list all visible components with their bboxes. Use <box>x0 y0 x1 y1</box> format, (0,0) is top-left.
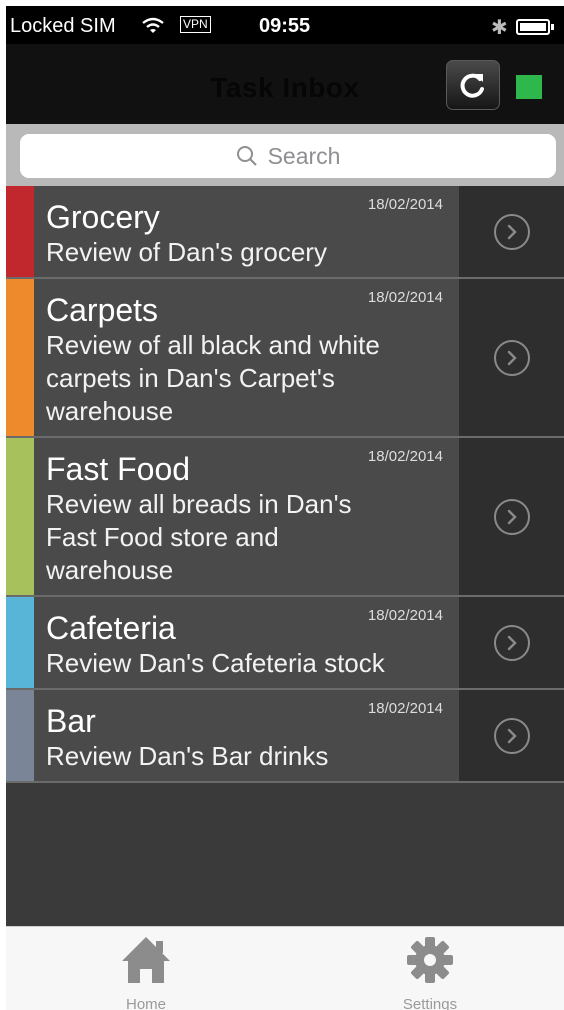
refresh-button[interactable] <box>446 60 500 110</box>
task-content: Bar 18/02/2014 Review Dan's Bar drinks <box>34 690 459 781</box>
chevron-right-icon <box>493 339 530 376</box>
task-color-bar <box>6 186 34 277</box>
task-description: Review of Dan's grocery <box>46 237 327 267</box>
chevron-right-icon <box>493 717 530 754</box>
tab-bar: Home Settings <box>6 926 564 1010</box>
carrier-label: Locked SIM <box>10 15 116 37</box>
tab-home[interactable]: Home <box>86 935 206 1010</box>
task-date: 18/02/2014 <box>367 448 443 465</box>
task-description: carpets in Dan's Carpet's <box>46 363 335 393</box>
task-open-button[interactable] <box>459 690 564 781</box>
search-placeholder: Search <box>267 142 341 169</box>
task-row[interactable]: Carpets 18/02/2014 Review of all black and… <box>6 279 564 438</box>
task-row[interactable]: Bar 18/02/2014 Review Dan's Bar drinks <box>6 690 564 783</box>
search-bar: Search <box>6 124 564 186</box>
task-description: Fast Food store and <box>46 522 279 552</box>
task-color-bar <box>6 597 34 688</box>
chevron-right-icon <box>493 624 530 661</box>
task-description: Review Dan's Bar drinks <box>46 741 329 771</box>
task-description: Review of all black and white <box>46 330 380 360</box>
status-time: 09:55 <box>259 15 311 37</box>
task-row[interactable]: Grocery 18/02/2014 Review of Dan's grocery <box>6 186 564 279</box>
chevron-right-icon <box>493 498 530 535</box>
task-open-button[interactable] <box>459 279 564 436</box>
task-date: 18/02/2014 <box>367 196 443 213</box>
task-date: 18/02/2014 <box>367 700 443 717</box>
task-color-bar <box>6 438 34 595</box>
task-content: Grocery 18/02/2014 Review of Dan's grocery <box>34 186 459 277</box>
task-open-button[interactable] <box>459 186 564 277</box>
task-description: warehouse <box>46 555 174 585</box>
bluetooth-icon: ✱ <box>491 17 508 39</box>
home-icon <box>122 937 170 983</box>
task-content: Fast Food 18/02/2014 Review all breads in … <box>34 438 459 595</box>
search-icon <box>236 146 257 166</box>
task-date: 18/02/2014 <box>367 607 443 624</box>
refresh-icon <box>460 73 484 98</box>
task-content: Cafeteria 18/02/2014 Review Dan's Cafeteri… <box>34 597 459 688</box>
tab-home-label: Home <box>125 996 166 1010</box>
app-screen: Locked SIM VPN 09:55 ✱ Task Inbox Search… <box>6 6 564 1010</box>
nav-bar: Task Inbox <box>6 44 564 124</box>
task-description: Review Dan's Cafeteria stock <box>46 648 385 678</box>
task-row[interactable]: Cafeteria 18/02/2014 Review Dan's Cafeteri… <box>6 597 564 690</box>
chevron-right-icon <box>493 213 530 250</box>
task-color-bar <box>6 279 34 436</box>
task-row[interactable]: Fast Food 18/02/2014 Review all breads in … <box>6 438 564 597</box>
tab-settings[interactable]: Settings <box>370 935 490 1010</box>
task-description: Review all breads in Dan's <box>46 489 352 519</box>
task-open-button[interactable] <box>459 438 564 595</box>
task-color-bar <box>6 690 34 781</box>
gear-icon <box>407 937 453 983</box>
task-description: warehouse <box>46 396 174 426</box>
status-bar: Locked SIM VPN 09:55 ✱ <box>6 6 564 44</box>
task-list: Grocery 18/02/2014 Review of Dan's grocery… <box>6 186 564 783</box>
vpn-badge: VPN <box>180 16 211 33</box>
search-input[interactable]: Search <box>20 134 556 178</box>
task-open-button[interactable] <box>459 597 564 688</box>
tab-settings-label: Settings <box>402 996 458 1010</box>
task-date: 18/02/2014 <box>367 289 443 306</box>
task-content: Carpets 18/02/2014 Review of all black and… <box>34 279 459 436</box>
sync-status-indicator <box>516 75 542 99</box>
battery-icon <box>516 19 554 35</box>
wifi-icon <box>142 17 164 40</box>
